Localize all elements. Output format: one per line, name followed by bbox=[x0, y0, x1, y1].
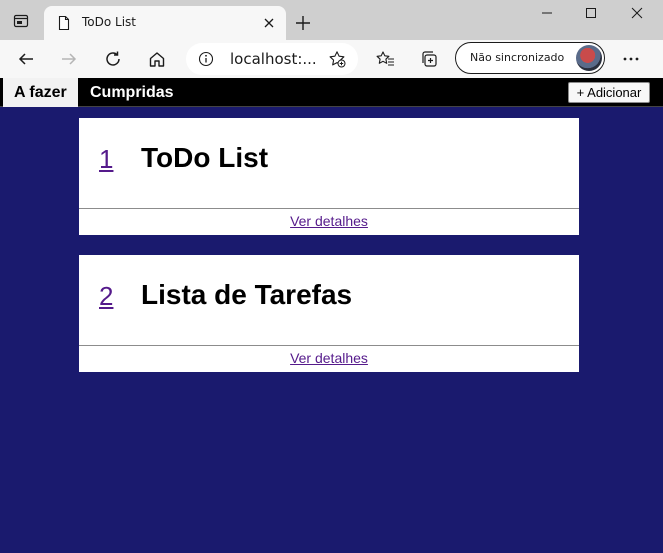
list-number-link[interactable]: 2 bbox=[99, 281, 113, 312]
add-button[interactable]: + Adicionar bbox=[568, 82, 650, 103]
refresh-icon[interactable] bbox=[98, 44, 128, 74]
favorites-icon[interactable] bbox=[370, 44, 400, 74]
close-tab-icon[interactable] bbox=[260, 14, 278, 32]
info-icon[interactable] bbox=[198, 51, 214, 67]
list-number-link[interactable]: 1 bbox=[99, 144, 113, 175]
tab-title: ToDo List bbox=[82, 15, 137, 29]
browser-titlebar: ToDo List bbox=[0, 0, 663, 40]
back-icon[interactable] bbox=[11, 44, 41, 74]
more-options-icon[interactable] bbox=[616, 44, 646, 74]
details-link[interactable]: Ver detalhes bbox=[79, 350, 579, 366]
details-link[interactable]: Ver detalhes bbox=[79, 213, 579, 229]
maximize-icon[interactable] bbox=[568, 0, 614, 26]
new-tab-icon[interactable] bbox=[290, 10, 316, 36]
list-card: 1 ToDo List Ver detalhes bbox=[79, 118, 579, 235]
list-title: ToDo List bbox=[141, 142, 269, 173]
browser-tab[interactable]: ToDo List bbox=[44, 6, 286, 40]
collections-icon[interactable] bbox=[414, 44, 444, 74]
tab-cumpridas[interactable]: Cumpridas bbox=[79, 78, 185, 107]
browser-toolbar: localhost:... Não sincronizado bbox=[0, 40, 663, 78]
address-url: localhost:... bbox=[230, 50, 317, 68]
app-navbar: A fazer Cumpridas + Adicionar bbox=[0, 78, 663, 107]
close-window-icon[interactable] bbox=[614, 0, 660, 26]
list-card: 2 Lista de Tarefas Ver detalhes bbox=[79, 255, 579, 372]
forward-icon[interactable] bbox=[54, 44, 84, 74]
tab-actions-icon[interactable] bbox=[8, 9, 34, 33]
tab-a-fazer[interactable]: A fazer bbox=[3, 78, 78, 107]
card-divider bbox=[79, 208, 579, 209]
add-favorite-icon[interactable] bbox=[328, 50, 346, 68]
profile-button[interactable]: Não sincronizado bbox=[455, 42, 605, 74]
list-title: Lista de Tarefas bbox=[141, 279, 353, 310]
page-icon bbox=[56, 15, 72, 31]
profile-label: Não sincronizado bbox=[470, 51, 565, 64]
home-icon[interactable] bbox=[142, 44, 172, 74]
list-card-body: 2 Lista de Tarefas bbox=[79, 255, 579, 345]
minimize-icon[interactable] bbox=[524, 0, 570, 26]
address-bar[interactable]: localhost:... bbox=[186, 43, 358, 75]
list-card-body: 1 ToDo List bbox=[79, 118, 579, 208]
avatar bbox=[576, 45, 602, 71]
card-divider bbox=[79, 345, 579, 346]
